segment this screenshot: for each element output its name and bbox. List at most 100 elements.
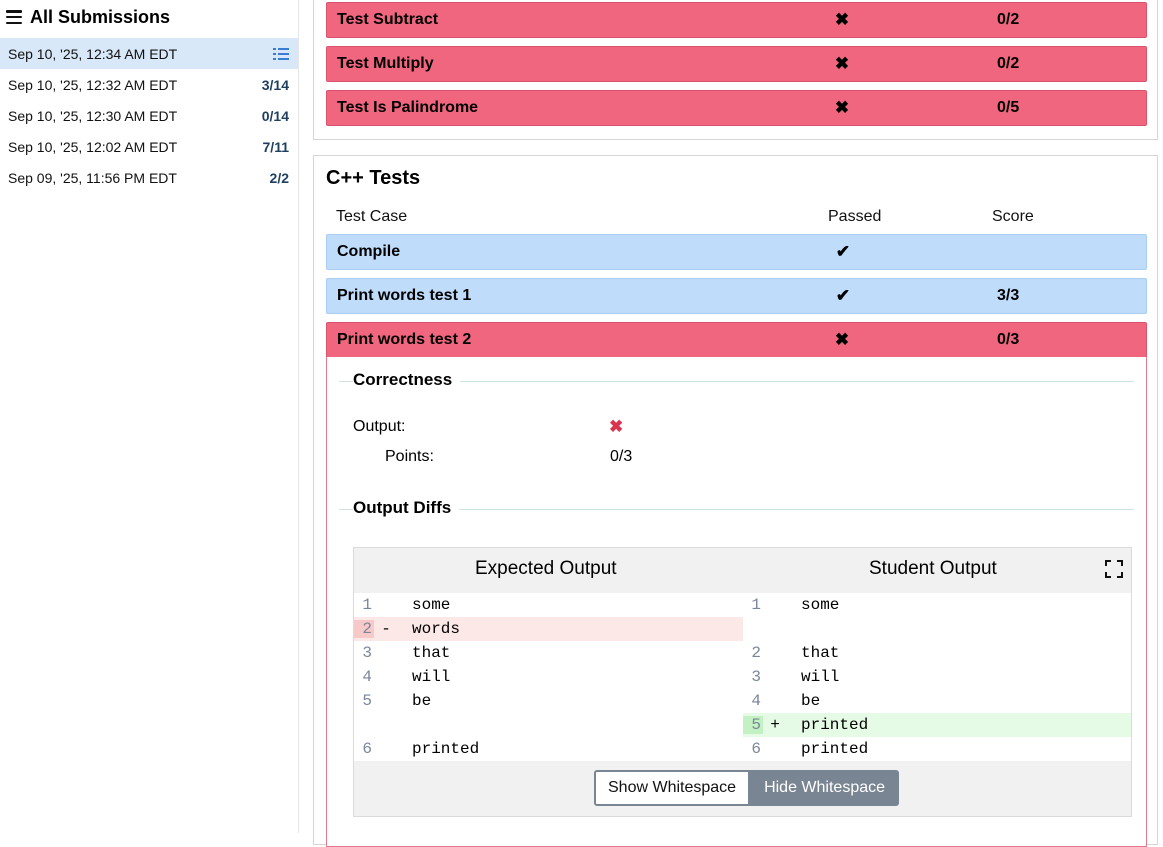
diff-blank-line	[354, 713, 743, 737]
diff-text: printed	[801, 716, 869, 734]
submission-score: 2/2	[269, 169, 289, 186]
submission-date: Sep 10, '25, 12:30 AM EDT	[8, 107, 178, 124]
submission-item[interactable]: Sep 10, '25, 12:02 AM EDT 7/11	[0, 131, 298, 162]
diff-line: 6 printed	[354, 737, 743, 761]
submission-item[interactable]: Sep 10, '25, 12:32 AM EDT 3/14	[0, 69, 298, 100]
diff-text: some	[412, 596, 451, 614]
line-number: 3	[362, 644, 372, 662]
diff-line: 4 be	[743, 689, 1131, 713]
diff-blank-line	[743, 617, 1131, 641]
panel-title: C++ Tests	[326, 167, 421, 189]
line-number: 1	[362, 596, 372, 614]
line-number: 6	[362, 740, 372, 758]
line-number: 5	[743, 716, 763, 734]
test-row[interactable]: Test Subtract ✖ 0/2	[326, 2, 1147, 38]
test-score: 3/3	[997, 287, 1020, 304]
submission-item[interactable]: Sep 09, '25, 11:56 PM EDT 2/2	[0, 162, 298, 193]
fail-icon: ✖	[834, 330, 850, 349]
fail-icon: ✖	[834, 10, 850, 29]
line-number: 5	[362, 692, 372, 710]
diff-sign: -	[381, 620, 391, 638]
diff-text: printed	[412, 740, 480, 758]
line-number: 4	[362, 668, 372, 686]
diff-line: 4 will	[354, 665, 743, 689]
diff-text: printed	[801, 740, 869, 758]
diff-text: that	[801, 644, 840, 662]
test-name: Print words test 2	[337, 331, 472, 348]
cpp-tests-panel: C++ Tests Test Case Passed Score Compile…	[313, 155, 1158, 847]
fail-icon: ✖	[834, 54, 850, 73]
fail-icon: ✖	[609, 417, 624, 436]
sidebar-header[interactable]: All Submissions	[0, 0, 298, 34]
expected-output-header: Expected Output	[475, 558, 617, 579]
line-number: 4	[751, 692, 761, 710]
student-output-header: Student Output	[869, 558, 997, 579]
line-number: 3	[751, 668, 761, 686]
line-number: 2	[751, 644, 761, 662]
output-diffs-legend: Output Diffs	[353, 498, 460, 518]
test-row[interactable]: Print words test 2 ✖ 0/3	[326, 322, 1147, 358]
points-label: Points:	[385, 448, 434, 465]
diff-body: 1 some 2- words 3 that 4 will 5 be 6 printed 1 some 2 t…	[354, 593, 1131, 761]
line-number: 2	[354, 620, 374, 638]
diff-text: words	[412, 620, 461, 638]
show-whitespace-button[interactable]: Show Whitespace	[594, 770, 751, 806]
hamburger-menu-icon[interactable]	[6, 10, 22, 24]
test-row[interactable]: Test Multiply ✖ 0/2	[326, 46, 1147, 82]
check-icon: ✔	[835, 286, 851, 305]
hide-whitespace-button[interactable]: Hide Whitespace	[750, 770, 900, 806]
test-score: 0/2	[997, 11, 1020, 28]
diff-line: 5 be	[354, 689, 743, 713]
diff-text: some	[801, 596, 840, 614]
test-name: Test Subtract	[337, 11, 439, 28]
diff-viewer: Expected Output Student Output 1 some 2- wo…	[353, 547, 1132, 817]
line-number: 1	[751, 596, 761, 614]
test-detail: Correctness Output: ✖ Points: 0/3 Output…	[326, 357, 1147, 847]
diff-line: 2- words	[354, 617, 743, 641]
diff-line: 2 that	[743, 641, 1131, 665]
correctness-legend: Correctness	[353, 370, 461, 390]
diff-text: be	[412, 692, 432, 710]
fail-icon: ✖	[834, 98, 850, 117]
diff-sign: +	[770, 716, 780, 734]
diff-line: 6 printed	[743, 737, 1131, 761]
test-row[interactable]: Print words test 1 ✔ 3/3	[326, 278, 1147, 314]
whitespace-toggle: Show Whitespace Hide Whitespace	[594, 770, 900, 806]
col-header-test-case: Test Case	[336, 208, 408, 225]
diff-line: 3 will	[743, 665, 1131, 689]
col-header-score: Score	[992, 208, 1034, 225]
line-number: 6	[751, 740, 761, 758]
submissions-sidebar: All Submissions Sep 10, '25, 12:34 AM ED…	[0, 0, 299, 833]
submission-date: Sep 10, '25, 12:32 AM EDT	[8, 76, 178, 93]
test-score: 0/2	[997, 55, 1020, 72]
diff-line: 5 + printed	[743, 713, 1131, 737]
submission-score: 7/11	[262, 138, 289, 155]
test-name: Test Is Palindrome	[337, 99, 479, 116]
test-name: Compile	[337, 243, 401, 260]
submission-item[interactable]: Sep 10, '25, 12:34 AM EDT	[0, 38, 298, 69]
list-icon[interactable]	[273, 47, 289, 61]
submission-score: 0/14	[261, 107, 289, 124]
test-row[interactable]: Compile ✔	[326, 234, 1147, 270]
diff-text: will	[412, 668, 451, 686]
diff-line: 3 that	[354, 641, 743, 665]
diff-text: that	[412, 644, 451, 662]
test-results-panel: Test Subtract ✖ 0/2 Test Multiply ✖ 0/2 …	[313, 0, 1158, 140]
test-name: Test Multiply	[337, 55, 434, 72]
points-value: 0/3	[610, 448, 633, 465]
test-name: Print words test 1	[337, 287, 472, 304]
submission-score: 3/14	[261, 76, 289, 93]
submission-date: Sep 09, '25, 11:56 PM EDT	[8, 169, 177, 186]
sidebar-title: All Submissions	[30, 6, 171, 27]
check-icon: ✔	[835, 242, 851, 261]
fullscreen-icon[interactable]	[1105, 560, 1123, 578]
output-label: Output:	[353, 418, 406, 435]
test-score: 0/5	[997, 99, 1020, 116]
diff-line: 1 some	[354, 593, 743, 617]
col-header-passed: Passed	[828, 208, 882, 225]
test-row[interactable]: Test Is Palindrome ✖ 0/5	[326, 90, 1147, 126]
submission-item[interactable]: Sep 10, '25, 12:30 AM EDT 0/14	[0, 100, 298, 131]
submission-date: Sep 10, '25, 12:02 AM EDT	[8, 138, 178, 155]
test-score: 0/3	[997, 331, 1020, 348]
main-content: Test Subtract ✖ 0/2 Test Multiply ✖ 0/2 …	[313, 0, 1163, 847]
